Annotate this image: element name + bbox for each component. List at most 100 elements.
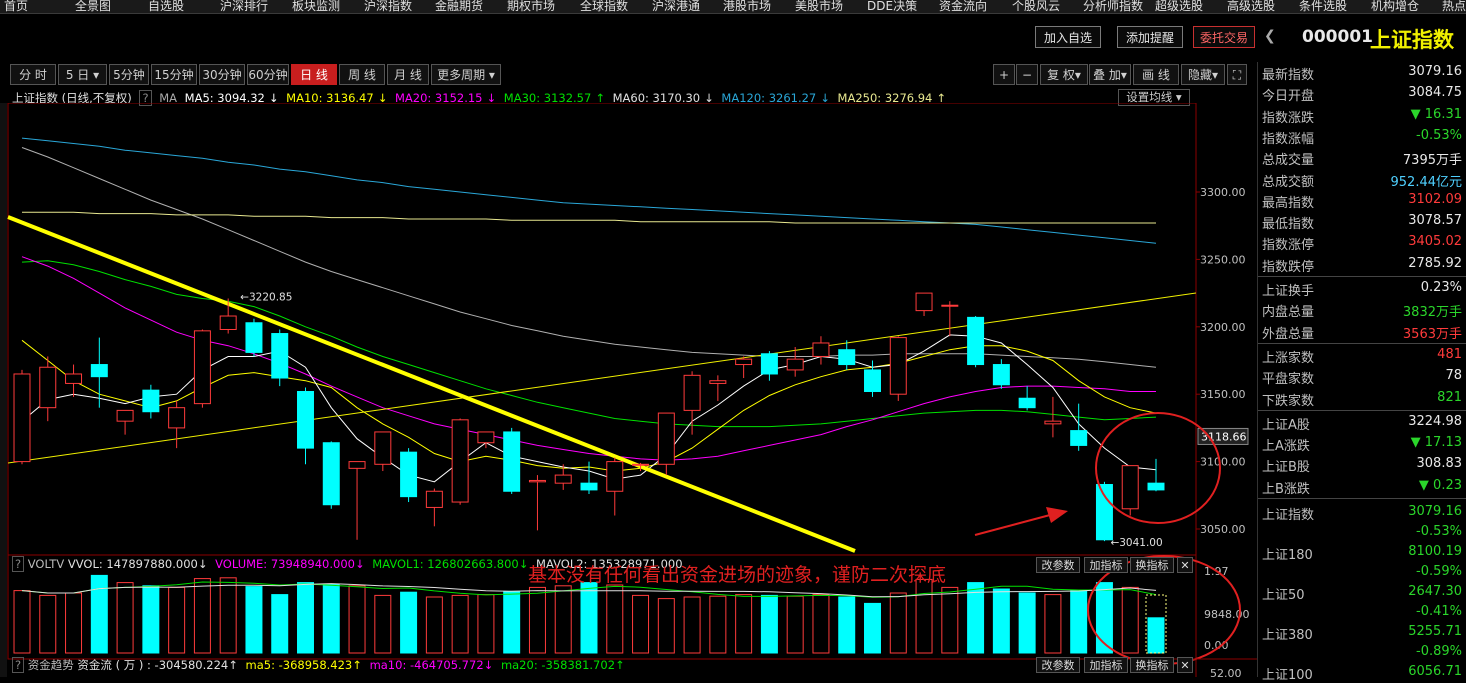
top-menu-item-16[interactable]: 超级选股	[1155, 0, 1203, 13]
volume-bar-up	[915, 578, 933, 654]
period-tab-0[interactable]: 分 时	[10, 64, 56, 85]
add-alert-button[interactable]: 添加提醒	[1117, 26, 1183, 48]
quote-value: 78	[1445, 368, 1462, 384]
index-value: 8100.19	[1408, 544, 1462, 559]
order-button[interactable]: 委托交易	[1193, 26, 1255, 48]
volume-bar-up	[451, 594, 469, 654]
top-menu-item-20[interactable]: 热点	[1442, 0, 1466, 13]
vvol-arrow-icon: ↓	[197, 557, 208, 571]
top-menu-item-8[interactable]: 全球指数	[580, 0, 628, 13]
index-row[interactable]: 上证指数 3079.16	[1262, 502, 1462, 523]
quote-label: 指数涨跌	[1262, 110, 1315, 126]
top-menu-item-18[interactable]: 条件选股	[1299, 0, 1347, 13]
top-menu-item-9[interactable]: 沪深港通	[652, 0, 700, 13]
top-menu-item-10[interactable]: 港股市场	[723, 0, 771, 13]
candle-body-up	[915, 292, 933, 312]
period-tab-4[interactable]: 30分钟	[199, 64, 245, 85]
index-row[interactable]: 上证380 5255.71	[1262, 622, 1462, 643]
flow-close-icon[interactable]: ✕	[1177, 657, 1193, 673]
draw-line-button[interactable]: 画 线	[1133, 64, 1179, 85]
top-menu-item-2[interactable]: 自选股	[148, 0, 184, 13]
candle-body-down	[1018, 397, 1036, 409]
ma5-line	[21, 334, 1157, 483]
volume-bar-up	[657, 598, 675, 654]
quote-value: 7395万手	[1402, 153, 1462, 169]
volume-add-indicator-button[interactable]: 加指标	[1084, 557, 1128, 573]
volume-bar-up	[39, 594, 57, 654]
index-row[interactable]: 上证100 6056.71	[1262, 662, 1462, 683]
top-menu-item-19[interactable]: 机构增仓	[1371, 0, 1419, 13]
flow-help-icon[interactable]: ?	[12, 657, 25, 673]
candle-body-down	[967, 316, 985, 366]
period-tab-2[interactable]: 5分钟	[109, 64, 149, 85]
overlay-button[interactable]: 叠 加▾	[1089, 64, 1131, 85]
flow-params-button[interactable]: 改参数	[1036, 657, 1080, 673]
index-value: 5255.71	[1408, 624, 1462, 639]
kline-chart: 3300.00 3250.00 3200.00 3150.00 3100.00 3050.…	[0, 103, 1257, 677]
candle-body-down	[1095, 484, 1113, 541]
period-tab-7[interactable]: 周 线	[339, 64, 385, 85]
flow-add-indicator-button[interactable]: 加指标	[1084, 657, 1128, 673]
hide-button[interactable]: 隐藏▾	[1181, 64, 1225, 85]
top-menu-item-5[interactable]: 沪深指数	[364, 0, 412, 13]
y-tick-label: 3150.00	[1200, 388, 1246, 401]
index-row[interactable]: 上证50 2647.30	[1262, 582, 1462, 603]
period-tab-1[interactable]: 5 日 ▾	[58, 64, 107, 85]
candle-body-up	[425, 490, 443, 508]
volume-close-icon[interactable]: ✕	[1177, 557, 1193, 573]
period-tab-6[interactable]: 日 线	[291, 64, 337, 85]
volume-switch-indicator-button[interactable]: 换指标	[1130, 557, 1174, 573]
fullscreen-icon[interactable]: ⛶	[1227, 64, 1247, 85]
quote-row: 今日开盘 3084.75	[1262, 83, 1462, 104]
top-menu-item-0[interactable]: 首页	[4, 0, 28, 13]
index-row[interactable]: 上证180 8100.19	[1262, 542, 1462, 563]
collapse-icon[interactable]: ❮	[1264, 28, 1276, 44]
top-menu-item-6[interactable]: 金融期货	[435, 0, 483, 13]
quote-value: -0.53%	[1416, 127, 1462, 143]
add-watch-button[interactable]: 加入自选	[1035, 26, 1101, 48]
quote-row: 外盘总量 3563万手	[1262, 321, 1462, 342]
period-tab-8[interactable]: 月 线	[387, 64, 429, 85]
zoom-in-button[interactable]: +	[993, 64, 1015, 85]
volume-bar-up	[889, 592, 907, 654]
volume-params-button[interactable]: 改参数	[1036, 557, 1080, 573]
current-price-label: 3118.66	[1201, 430, 1247, 443]
index-label: 上证100	[1262, 668, 1313, 683]
top-menu-item-7[interactable]: 期权市场	[507, 0, 555, 13]
y-tick-label: 3300.00	[1200, 186, 1246, 199]
quote-row: 指数涨跌 ▼ 16.31	[1262, 105, 1462, 126]
top-menu-item-15[interactable]: 分析师指数	[1083, 0, 1143, 13]
volume-bar-down	[245, 586, 263, 654]
period-tab-5[interactable]: 60分钟	[247, 64, 289, 85]
top-menu-item-12[interactable]: DDE决策	[867, 0, 917, 13]
y-tick-label: 3100.00	[1200, 456, 1246, 469]
y-tick-label: 3200.00	[1200, 321, 1246, 334]
index-label: 上证180	[1262, 548, 1313, 563]
volume-bar-up	[683, 596, 701, 654]
restore-rights-button[interactable]: 复 权▾	[1040, 64, 1088, 85]
high-annotation: ←3220.85	[240, 291, 292, 303]
volume-help-icon[interactable]: ?	[12, 556, 25, 572]
flow-ma10-value: ma10: -464705.772	[369, 658, 484, 672]
period-tab-3[interactable]: 15分钟	[151, 64, 197, 85]
quote-label: 上涨家数	[1262, 350, 1315, 366]
ma120-line	[21, 137, 1157, 244]
period-tab-9[interactable]: 更多周期 ▾	[431, 64, 501, 85]
volume-bar-up	[709, 595, 727, 654]
top-menu-item-13[interactable]: 资金流向	[939, 0, 987, 13]
flow-switch-indicator-button[interactable]: 换指标	[1130, 657, 1174, 673]
volume-bar-up	[13, 590, 31, 654]
top-menu-item-14[interactable]: 个股风云	[1012, 0, 1060, 13]
index-label: 上证指数	[1262, 508, 1315, 523]
volume-bar-down	[400, 591, 418, 654]
top-menu-item-3[interactable]: 沪深排行	[220, 0, 268, 13]
top-menu-item-11[interactable]: 美股市场	[795, 0, 843, 13]
candle-body-up	[65, 373, 83, 384]
top-menu-item-1[interactable]: 全景图	[75, 0, 111, 13]
top-menu-item-17[interactable]: 高级选股	[1227, 0, 1275, 13]
quote-value: 821	[1437, 389, 1462, 405]
zoom-out-button[interactable]: −	[1016, 64, 1038, 85]
index-label: 上证380	[1262, 628, 1313, 643]
top-menu-item-4[interactable]: 板块监测	[292, 0, 340, 13]
ma30-line	[21, 260, 1157, 428]
